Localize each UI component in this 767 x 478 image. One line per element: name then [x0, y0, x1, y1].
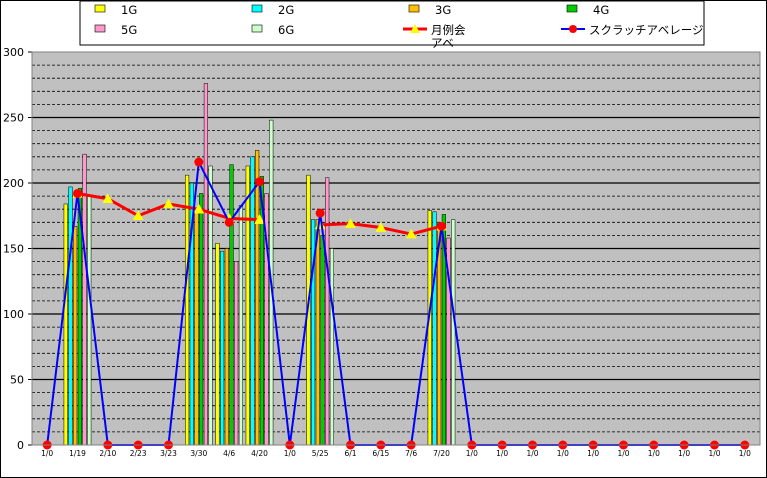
- legend-label: アベ: [431, 36, 454, 50]
- y-tick-label: 100: [3, 308, 24, 321]
- bar-4g: [320, 235, 325, 446]
- bar-5g: [203, 83, 208, 446]
- bar-2g: [250, 156, 255, 446]
- x-tick-label: 6/1: [344, 449, 356, 458]
- x-tick-label: 3/30: [190, 449, 207, 458]
- legend-swatch: [94, 4, 106, 13]
- x-tick-label: 1/0: [587, 449, 599, 458]
- bar-6g: [238, 205, 243, 446]
- x-tick-label: 6/15: [372, 449, 389, 458]
- bar-1g: [185, 174, 190, 446]
- marker-circle: [73, 188, 82, 198]
- x-tick-label: 4/6: [223, 449, 235, 458]
- bar-2g: [220, 250, 225, 446]
- bar-3g: [255, 150, 260, 446]
- bar-4g: [199, 193, 204, 446]
- x-tick-label: 4/20: [251, 449, 268, 458]
- bar-3g: [315, 219, 320, 446]
- y-tick-label: 0: [17, 439, 24, 452]
- x-tick-label: 5/25: [312, 449, 329, 458]
- legend-label: 2G: [278, 3, 294, 17]
- marker-circle: [194, 157, 204, 167]
- bar-1g: [427, 210, 432, 446]
- x-tick-label: 1/0: [284, 449, 296, 458]
- x-tick-label: 1/0: [41, 449, 53, 458]
- x-tick-label: 7/6: [405, 449, 417, 458]
- legend: 1G 2G 3G 4G 5G 6G 月例会アベ スクラッチアベレージ: [79, 0, 705, 50]
- bar-1g: [63, 203, 68, 446]
- x-tick-label: 1/0: [466, 449, 478, 458]
- bar-6g: [329, 248, 334, 446]
- legend-label: 4G: [593, 3, 609, 17]
- x-tick-label: 1/0: [617, 449, 629, 458]
- y-tick-label: 150: [3, 243, 24, 256]
- bar-3g: [194, 211, 199, 446]
- x-tick-label: 2/10: [99, 449, 116, 458]
- legend-swatch: [94, 24, 106, 33]
- y-tick-label: 250: [3, 112, 24, 125]
- x-tick-label: 1/19: [69, 449, 86, 458]
- bar-2g: [432, 211, 437, 446]
- y-tick-label: 200: [3, 177, 24, 190]
- bar-1g: [215, 243, 220, 446]
- legend-swatch: [408, 4, 420, 13]
- legend-label: 3G: [435, 3, 451, 17]
- x-tick-label: 7/20: [433, 449, 450, 458]
- bar-5g: [82, 153, 87, 446]
- x-tick-label: 1/0: [648, 449, 660, 458]
- legend-marker: [569, 25, 577, 33]
- x-tick-label: 3/23: [160, 449, 177, 458]
- x-tick-label: 1/0: [526, 449, 538, 458]
- legend-label: スクラッチアベレージ: [589, 23, 704, 37]
- x-tick-label: 1/0: [557, 449, 569, 458]
- bar-6g: [208, 165, 213, 446]
- bar-4g: [229, 164, 234, 446]
- y-tick-label: 300: [3, 46, 24, 59]
- bar-3g: [73, 225, 78, 446]
- legend-label: 5G: [121, 23, 137, 37]
- bar-5g: [234, 261, 239, 446]
- marker-circle: [255, 177, 264, 187]
- x-tick-label: 1/0: [708, 449, 720, 458]
- x-tick-label: 1/0: [678, 449, 690, 458]
- bar-5g: [325, 177, 330, 446]
- x-tick-label: 1/0: [739, 449, 751, 458]
- legend-label: 月例会: [431, 23, 466, 37]
- y-tick-label: 50: [10, 374, 24, 387]
- x-tick-label: 1/0: [496, 449, 508, 458]
- legend-swatch: [251, 24, 263, 33]
- marker-circle: [224, 217, 234, 227]
- marker-circle: [315, 208, 325, 218]
- legend-label: 6G: [278, 23, 294, 37]
- legend-swatch: [251, 4, 263, 13]
- bar-2g: [68, 186, 73, 446]
- bar-3g: [224, 248, 229, 446]
- bar-6g: [87, 195, 92, 446]
- marker-circle: [437, 221, 446, 231]
- bar-6g: [451, 219, 456, 446]
- legend-swatch: [566, 4, 578, 13]
- x-tick-label: 2/23: [130, 449, 147, 458]
- bar-1g: [245, 165, 250, 446]
- chart: 1G 2G 3G 4G 5G 6G 月例会アベ スクラッチアベレージ 0 50 100 150 200…: [0, 0, 767, 478]
- legend-label: 1G: [121, 3, 137, 17]
